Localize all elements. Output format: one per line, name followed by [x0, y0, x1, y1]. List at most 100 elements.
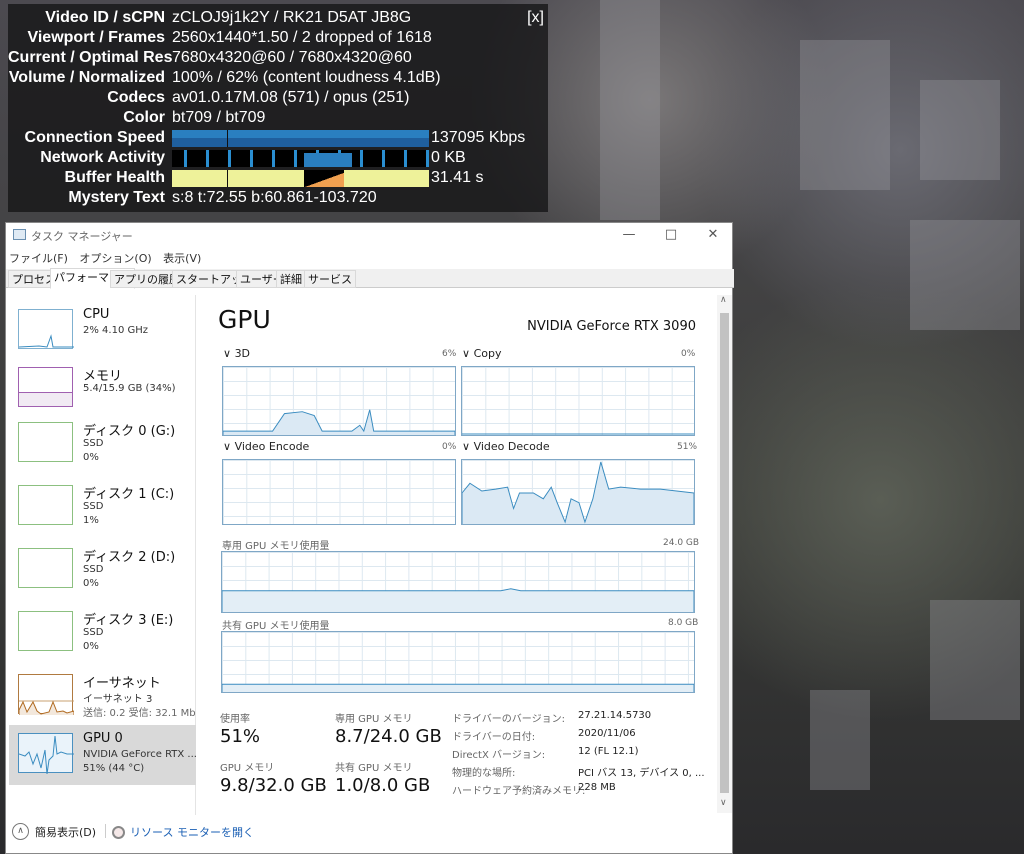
tab-bar: プロセス パフォーマンス アプリの履歴 スタートアップ ユーザー 詳細 サービス	[6, 268, 734, 289]
info-label: ハードウェア予約済みメモリ:	[452, 786, 586, 797]
engine-value: 6%	[442, 349, 457, 359]
open-resource-monitor-link[interactable]: リソース モニターを開く	[112, 824, 254, 840]
shared-memory-label: 共有 GPU メモリ使用量	[222, 621, 330, 632]
sidebar-sub: SSD	[83, 438, 104, 449]
sidebar-sub: 2% 4.10 GHz	[83, 325, 149, 336]
engine-label: Video Encode	[234, 440, 310, 453]
shared-memory-stat-value: 1.0/8.0 GB	[335, 775, 431, 796]
info-label: DirectX バージョン:	[452, 750, 546, 761]
gpu-memory-label: GPU メモリ	[220, 763, 275, 774]
scroll-down-icon[interactable]: ∨	[720, 798, 727, 808]
stat-value: bt709 / bt709	[172, 109, 266, 126]
engine-video-encode-label[interactable]: ∨ Video Encode	[223, 440, 309, 453]
dedicated-memory-stat-label: 専用 GPU メモリ	[335, 714, 413, 725]
stat-label: Connection Speed	[24, 129, 165, 146]
stat-value: zCLOJ9j1k2Y / RK21 D5AT JB8G	[172, 9, 412, 26]
dedicated-memory-stat-value: 8.7/24.0 GB	[335, 726, 442, 747]
stat-label: Video ID / sCPN	[45, 9, 165, 26]
resource-monitor-icon	[112, 825, 125, 839]
sidebar-sub: SSD	[83, 564, 104, 575]
sidebar-sub2: 送信: 0.2 受信: 32.1 Mb	[83, 708, 196, 719]
sidebar-sub2: 1%	[83, 515, 99, 526]
sidebar-label: CPU	[83, 307, 110, 322]
sidebar-sub2: 0%	[83, 641, 99, 652]
maximize-button[interactable]: □	[648, 223, 694, 247]
footer: ∧ 簡易表示(D) リソース モニターを開く	[6, 816, 734, 854]
tab-details[interactable]: 詳細	[276, 270, 306, 288]
engine-video-decode-label[interactable]: ∨ Video Decode	[462, 440, 550, 453]
info-value: 12 (FL 12.1)	[578, 746, 639, 757]
page-title: GPU	[218, 305, 271, 334]
sidebar-item-disk1[interactable]: ディスク 1 (C:) SSD 1%	[9, 477, 196, 537]
sidebar-label: ディスク 0 (G:)	[83, 424, 176, 439]
sidebar-label: ディスク 2 (D:)	[83, 550, 176, 565]
stat-label: Volume / Normalized	[8, 69, 165, 86]
stat-label: Codecs	[107, 89, 165, 106]
close-button[interactable]: ✕	[690, 223, 736, 247]
sidebar-item-ethernet[interactable]: イーサネット イーサネット 3 送信: 0.2 受信: 32.1 Mb	[9, 666, 196, 726]
info-value: 2020/11/06	[578, 728, 636, 739]
disk-thumbnail-graph	[18, 611, 73, 651]
info-value: 228 MB	[578, 782, 616, 793]
stat-value: 31.41 s	[431, 169, 484, 186]
fewer-details-label: 簡易表示(D)	[35, 825, 97, 839]
sidebar-sub2: 51% (44 °C)	[83, 763, 145, 774]
task-manager-window: タスク マネージャー — □ ✕ ファイル(F) オプション(O) 表示(V) …	[5, 222, 736, 854]
sidebar-sub: SSD	[83, 501, 104, 512]
shared-memory-stat-label: 共有 GPU メモリ	[335, 763, 413, 774]
menu-bar: ファイル(F) オプション(O) 表示(V)	[9, 250, 209, 266]
sidebar-sub: SSD	[83, 627, 104, 638]
info-label: ドライバーのバージョン:	[452, 714, 565, 725]
engine-value: 0%	[681, 349, 696, 359]
sidebar-sub: 5.4/15.9 GB (34%)	[83, 383, 176, 394]
stat-label: Mystery Text	[68, 189, 165, 206]
chevron-up-circle-icon: ∧	[12, 823, 29, 840]
sidebar-item-disk3[interactable]: ディスク 3 (E:) SSD 0%	[9, 603, 196, 663]
sidebar-item-disk0[interactable]: ディスク 0 (G:) SSD 0%	[9, 414, 196, 474]
graph-dedicated-memory	[221, 551, 695, 613]
menu-view[interactable]: 表示(V)	[163, 252, 201, 265]
stat-label: Viewport / Frames	[27, 29, 165, 46]
sidebar-label: ディスク 1 (C:)	[83, 487, 175, 502]
sidebar-label: GPU 0	[83, 731, 123, 746]
engine-label: Copy	[473, 347, 502, 360]
sidebar-label: イーサネット	[83, 676, 161, 691]
buffer-health-bar	[172, 169, 429, 187]
sidebar-item-cpu[interactable]: CPU 2% 4.10 GHz	[9, 301, 196, 361]
window-title: タスク マネージャー	[31, 230, 133, 243]
gpu-memory-value: 9.8/32.0 GB	[220, 775, 327, 796]
stat-value: 7680x4320@60 / 7680x4320@60	[172, 49, 412, 66]
engine-label: Video Decode	[473, 440, 550, 453]
stat-label: Network Activity	[40, 149, 165, 166]
sidebar-item-disk2[interactable]: ディスク 2 (D:) SSD 0%	[9, 540, 196, 600]
scrollbar[interactable]: ∧ ∨	[717, 295, 732, 813]
scroll-up-icon[interactable]: ∧	[720, 295, 727, 305]
connection-speed-bar	[172, 129, 429, 147]
disk-thumbnail-graph	[18, 422, 73, 462]
sidebar-item-gpu0[interactable]: GPU 0 NVIDIA GeForce RTX ... 51% (44 °C)	[9, 725, 197, 785]
close-stats-button[interactable]: [x]	[527, 9, 544, 27]
stats-for-nerds-panel: [x] Video ID / sCPN zCLOJ9j1k2Y / RK21 D5…	[8, 4, 548, 212]
scroll-thumb[interactable]	[720, 313, 729, 793]
fewer-details-button[interactable]: ∧ 簡易表示(D)	[12, 823, 96, 840]
network-activity-bar	[172, 149, 429, 167]
tab-services[interactable]: サービス	[304, 270, 356, 288]
minimize-button[interactable]: —	[606, 223, 652, 247]
stat-value: s:8 t:72.55 b:60.861-103.720	[172, 189, 377, 206]
sidebar-label: メモリ	[83, 369, 123, 384]
graph-shared-memory	[221, 631, 695, 693]
resource-sidebar: CPU 2% 4.10 GHz メモリ 5.4/15.9 GB (34%) ディスク…	[9, 295, 197, 815]
footer-divider	[105, 824, 106, 838]
engine-copy-label[interactable]: ∨ Copy	[462, 347, 501, 360]
engine-3d-label[interactable]: ∨ 3D	[223, 347, 250, 360]
sidebar-item-memory[interactable]: メモリ 5.4/15.9 GB (34%)	[9, 359, 196, 419]
dedicated-memory-label: 専用 GPU メモリ使用量	[222, 541, 330, 552]
stat-label: Color	[123, 109, 165, 126]
memory-thumbnail-graph	[18, 367, 73, 407]
gpu-name: NVIDIA GeForce RTX 3090	[527, 319, 696, 334]
graph-copy	[461, 366, 695, 436]
menu-options[interactable]: オプション(O)	[79, 252, 151, 265]
info-value: 27.21.14.5730	[578, 710, 652, 721]
stat-label: Current / Optimal Res	[8, 49, 173, 66]
menu-file[interactable]: ファイル(F)	[9, 252, 68, 265]
